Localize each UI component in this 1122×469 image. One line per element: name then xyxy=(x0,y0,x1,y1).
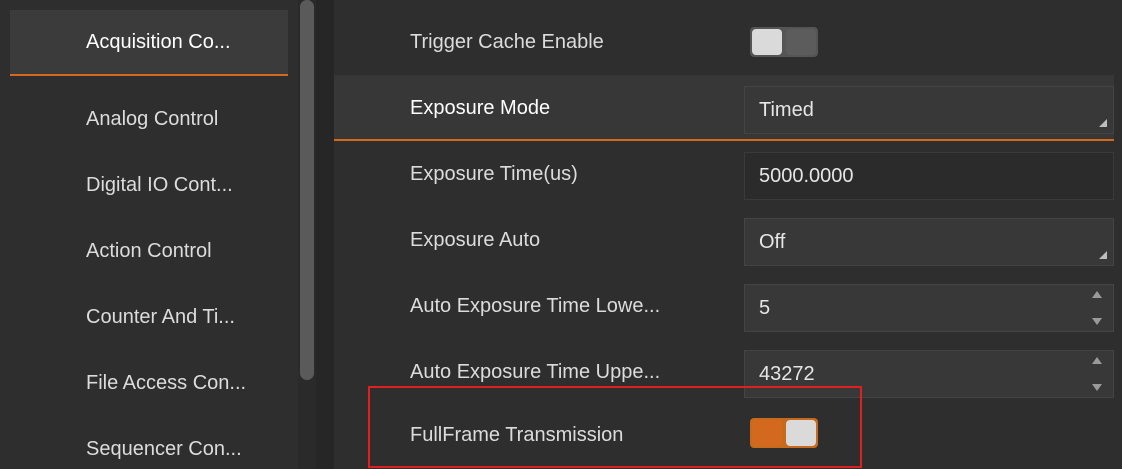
sidebar-item-label: Counter And Ti... xyxy=(86,305,235,328)
sidebar-item-acquisition-control[interactable]: Acquisition Co... xyxy=(10,10,288,76)
toggle-track xyxy=(752,420,782,446)
property-label: Auto Exposure Time Uppe... xyxy=(410,360,661,383)
sidebar-item-label: File Access Con... xyxy=(86,371,247,394)
select-value: Off xyxy=(759,230,786,253)
sidebar-item-label: Digital IO Cont... xyxy=(86,173,233,196)
category-sidebar: Acquisition Co... Analog Control Digital… xyxy=(0,0,298,469)
sidebar-item-label: Action Control xyxy=(86,239,212,262)
property-label: Trigger Cache Enable xyxy=(410,30,604,53)
auto-exposure-time-lower-spinbox[interactable]: 5 xyxy=(744,284,1114,332)
sidebar-item-label: Acquisition Co... xyxy=(86,30,231,53)
property-label: FullFrame Transmission xyxy=(410,423,624,446)
spin-up-icon[interactable] xyxy=(1092,291,1102,298)
input-value: 5000.0000 xyxy=(759,164,854,187)
property-row-fullframe-transmission: FullFrame Transmission xyxy=(334,402,1114,468)
dropdown-corner-icon xyxy=(1099,119,1107,127)
sidebar-item-analog-control[interactable]: Analog Control xyxy=(10,86,288,152)
spinbox-value: 5 xyxy=(759,296,771,319)
sidebar-item-counter-and-timer[interactable]: Counter And Ti... xyxy=(10,284,288,350)
toggle-knob xyxy=(752,29,782,55)
spin-up-icon[interactable] xyxy=(1092,357,1102,364)
property-label: Exposure Time(us) xyxy=(410,162,578,185)
property-label: Exposure Mode xyxy=(410,96,551,119)
sidebar-item-label: Analog Control xyxy=(86,107,219,130)
select-value: Timed xyxy=(759,98,814,121)
property-label: Auto Exposure Time Lowe... xyxy=(410,294,661,317)
spin-down-icon[interactable] xyxy=(1092,384,1102,391)
sidebar-item-digital-io-control[interactable]: Digital IO Cont... xyxy=(10,152,288,218)
exposure-auto-select[interactable]: Off xyxy=(744,218,1114,266)
sidebar-item-action-control[interactable]: Action Control xyxy=(10,218,288,284)
trigger-cache-enable-toggle[interactable] xyxy=(750,27,818,57)
property-label: Exposure Auto xyxy=(410,228,541,251)
exposure-time-input[interactable]: 5000.0000 xyxy=(744,152,1114,200)
properties-panel: Trigger Cache Enable Exposure Mode Timed… xyxy=(334,0,1122,469)
spin-down-icon[interactable] xyxy=(1092,318,1102,325)
exposure-mode-select[interactable]: Timed xyxy=(744,86,1114,134)
property-row-auto-exposure-time-upper: Auto Exposure Time Uppe... 43272 xyxy=(334,339,1114,405)
dropdown-corner-icon xyxy=(1099,251,1107,259)
property-row-auto-exposure-time-lower: Auto Exposure Time Lowe... 5 xyxy=(334,273,1114,339)
sidebar-item-label: Sequencer Con... xyxy=(86,437,242,460)
spinbox-value: 43272 xyxy=(759,362,815,385)
panel-divider xyxy=(316,0,334,469)
sidebar-scrollbar-thumb[interactable] xyxy=(300,0,314,380)
property-row-exposure-time: Exposure Time(us) 5000.0000 xyxy=(334,141,1114,207)
auto-exposure-time-upper-spinbox[interactable]: 43272 xyxy=(744,350,1114,398)
spinbox-arrows[interactable] xyxy=(1091,291,1103,325)
property-row-trigger-cache-enable: Trigger Cache Enable xyxy=(334,9,1114,75)
spinbox-arrows[interactable] xyxy=(1091,357,1103,391)
property-row-exposure-mode[interactable]: Exposure Mode Timed xyxy=(334,75,1114,141)
fullframe-transmission-toggle[interactable] xyxy=(750,418,818,448)
property-row-exposure-auto: Exposure Auto Off xyxy=(334,207,1114,273)
sidebar-item-file-access-control[interactable]: File Access Con... xyxy=(10,350,288,416)
toggle-knob xyxy=(786,420,816,446)
toggle-track xyxy=(786,29,816,55)
sidebar-item-sequencer-control[interactable]: Sequencer Con... xyxy=(10,416,288,469)
